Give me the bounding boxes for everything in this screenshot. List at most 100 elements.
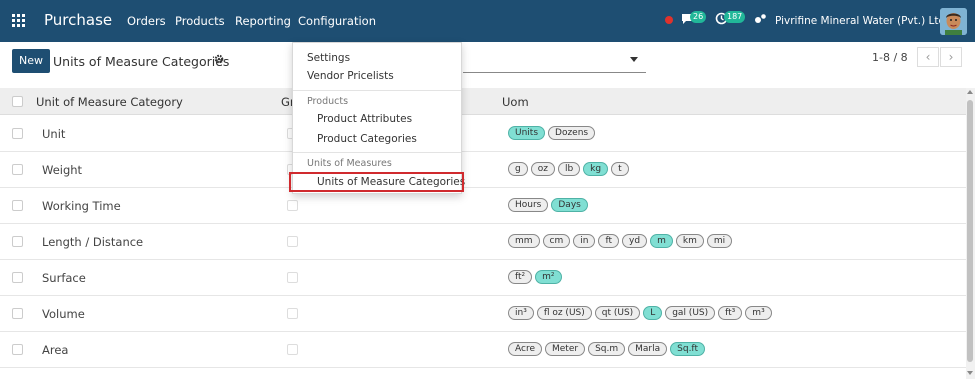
uom-tag: lb [557,162,581,176]
group-checkbox[interactable] [287,272,298,283]
menu-item-vendor-pricelists[interactable]: Vendor Pricelists [307,70,394,82]
user-avatar[interactable] [940,8,967,35]
uom-tags: mm cm in ft yd m km mi [508,234,735,248]
activities-count-badge: 187 [724,11,746,23]
column-header-uom[interactable]: Uom [502,95,529,109]
gear-icon[interactable] [214,54,224,67]
table-row[interactable]: Length / Distance mm cm in ft yd m km mi [0,224,966,260]
uom-tag: Meter [545,342,586,356]
row-checkbox[interactable] [12,128,23,139]
uom-tag: g [508,162,528,176]
menu-divider [293,152,461,153]
row-checkbox[interactable] [12,344,23,355]
scroll-up-arrow-icon[interactable] [967,90,973,94]
row-checkbox[interactable] [12,236,23,247]
column-header-category[interactable]: Unit of Measure Category [36,95,183,109]
status-dot-icon[interactable] [665,16,673,24]
table-row[interactable]: Working Time Hours Days [0,188,966,224]
row-checkbox[interactable] [12,272,23,283]
uom-tag: Sq.m [588,342,626,356]
row-checkbox[interactable] [12,164,23,175]
uom-tag: yd [622,234,648,248]
uom-tag: Dozens [548,126,596,140]
uom-tags: Hours Days [508,198,591,212]
category-name-cell: Length / Distance [42,235,144,249]
uom-tag: t [611,162,629,176]
uom-tag: ft² [508,270,533,284]
category-name-cell: Working Time [42,199,121,213]
uom-tag: fl oz (US) [536,306,592,320]
select-all-checkbox[interactable] [12,96,23,107]
uom-tag: ft³ [718,306,743,320]
table-row[interactable]: Unit Units Dozens [0,116,966,152]
uom-tags: g oz lb kg t [508,162,632,176]
scroll-thumb[interactable] [967,100,973,362]
uom-tag: oz [530,162,555,176]
uom-tag: km [675,234,704,248]
reference-uom-tag: kg [583,162,609,176]
group-checkbox[interactable] [287,236,298,247]
company-switch-icon[interactable] [754,12,768,26]
menu-products[interactable]: Products [175,14,225,28]
table-row[interactable]: Surface ft² m² [0,260,966,296]
uom-tag: gal (US) [665,306,716,320]
apps-grid-icon[interactable] [12,14,25,27]
group-checkbox[interactable] [287,344,298,355]
menu-orders[interactable]: Orders [127,14,166,28]
menu-item-product-attributes[interactable]: Product Attributes [317,113,412,125]
uom-tags: in³ fl oz (US) qt (US) Lgal (US) ft³ m³ [508,306,775,320]
pager-previous-button[interactable]: ‹ [917,47,939,67]
menu-item-settings[interactable]: Settings [307,52,350,64]
table-row[interactable]: Volume in³ fl oz (US) qt (US) Lgal (US) ft³ m³ [0,296,966,332]
category-name-cell: Volume [42,307,85,321]
row-checkbox[interactable] [12,200,23,211]
uom-tag: ft [598,234,620,248]
reference-uom-tag: Days [551,198,588,212]
uom-tag: in [573,234,596,248]
reference-uom-tag: m [650,234,673,248]
company-name[interactable]: Pivrifine Mineral Water (Pvt.) Ltd. [775,15,949,27]
uom-tag: mi [706,234,733,248]
messages-count-badge: 26 [690,11,707,23]
uom-tag: m³ [745,306,772,320]
category-name-cell: Weight [42,163,83,177]
menu-divider [293,90,461,91]
uom-tag: Acre [508,342,542,356]
reference-uom-tag: Sq.ft [670,342,705,356]
menu-reporting[interactable]: Reporting [235,14,291,28]
uom-tag: Marla [628,342,668,356]
menu-configuration[interactable]: Configuration [298,14,376,28]
uom-tag: qt (US) [594,306,641,320]
table-row[interactable]: Area Acre Meter Sq.m Marla Sq.ft [0,332,966,368]
scroll-down-arrow-icon[interactable] [967,371,973,375]
new-button[interactable]: New [12,49,50,73]
pager-next-button[interactable]: › [940,47,962,67]
uom-tag: Hours [508,198,549,212]
search-input[interactable] [463,72,646,73]
group-checkbox[interactable] [287,200,298,211]
app-title[interactable]: Purchase [44,11,112,29]
search-options-caret-icon[interactable] [630,57,638,62]
menu-section-units-of-measures: Units of Measures [307,158,392,169]
uom-tags: Acre Meter Sq.m Marla Sq.ft [508,342,708,356]
top-navbar: Purchase Orders Products Reporting Confi… [0,0,975,42]
menu-item-product-categories[interactable]: Product Categories [317,133,417,145]
list-scrollbar[interactable] [966,88,975,379]
uom-tags: Units Dozens [508,126,598,140]
reference-uom-tag: m² [535,270,562,284]
selected-menu-highlight [289,172,464,192]
uom-tag: in³ [508,306,534,320]
uom-tag: mm [508,234,540,248]
menu-section-products: Products [307,96,349,107]
page-title: Units of Measure Categories [53,54,230,69]
reference-uom-tag: Units [508,126,546,140]
uom-tag: cm [542,234,571,248]
uom-tags: ft² m² [508,270,565,284]
reference-uom-tag: L [643,306,663,320]
row-checkbox[interactable] [12,308,23,319]
category-name-cell: Surface [42,271,86,285]
table-row[interactable]: Weight g oz lb kg t [0,152,966,188]
group-checkbox[interactable] [287,308,298,319]
category-name-cell: Unit [42,127,66,141]
pager-value[interactable]: 1-8 / 8 [872,51,908,64]
